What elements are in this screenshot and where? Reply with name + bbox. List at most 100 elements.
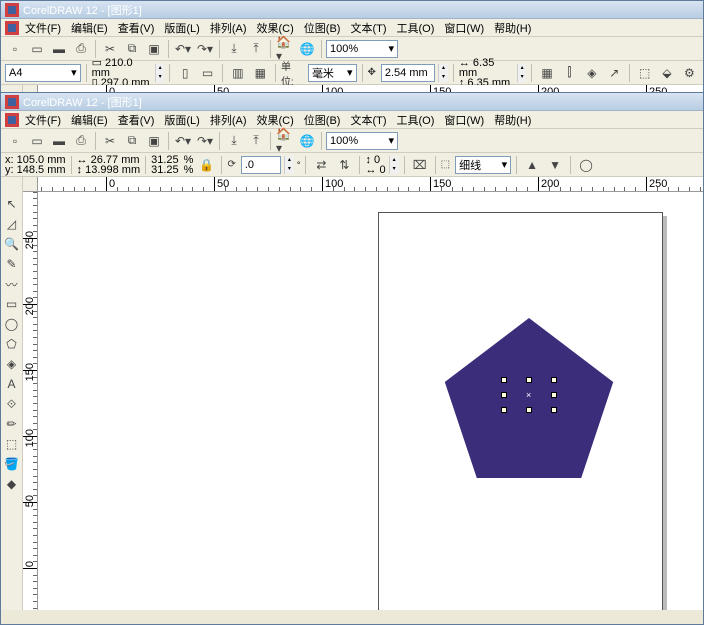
canvas[interactable]: × [38, 192, 703, 610]
menu-file[interactable]: 文件(F) [25, 112, 61, 128]
handle-n[interactable] [526, 377, 532, 383]
redo-button[interactable]: ↷▾ [195, 131, 215, 151]
smart-draw-tool[interactable]: 〰 [2, 274, 22, 294]
cut-button[interactable]: ✂ [100, 39, 120, 59]
ellipse-tool[interactable]: ◯ [2, 314, 22, 334]
page-dims-spinner[interactable]: ▴▾ [155, 64, 165, 82]
export-button[interactable]: ⤒ [246, 39, 266, 59]
nudge-input[interactable]: 2.54 mm [381, 64, 435, 82]
basic-shapes-tool[interactable]: ◈ [2, 354, 22, 374]
open-button[interactable]: ▭ [27, 39, 47, 59]
handle-e[interactable] [551, 392, 557, 398]
units-combo[interactable]: 毫米▾ [308, 64, 357, 82]
save-button[interactable]: ▬ [49, 39, 69, 59]
copy-button[interactable]: ⧉ [122, 39, 142, 59]
facing-pages-button[interactable]: ▦ [251, 63, 270, 83]
zoom-tool[interactable]: 🔍 [2, 234, 22, 254]
inner-horizontal-ruler[interactable]: -50050100150200250 [38, 177, 703, 192]
mirror-v-button[interactable]: ⇅ [334, 155, 354, 175]
undo-button[interactable]: ↶▾ [173, 39, 193, 59]
colrow-spinner[interactable]: ▴▾ [389, 156, 399, 174]
freehand-tool[interactable]: ✎ [2, 254, 22, 274]
undo-button[interactable]: ↶▾ [173, 131, 193, 151]
text-tool[interactable]: A [2, 374, 22, 394]
multipage-button[interactable]: ▥ [228, 63, 247, 83]
zoom-combo[interactable]: 100%▾ [326, 40, 398, 58]
handle-s[interactable] [526, 407, 532, 413]
outline-tool[interactable]: ⬚ [2, 434, 22, 454]
handle-ne[interactable] [551, 377, 557, 383]
menu-edit[interactable]: 编辑(E) [71, 112, 108, 128]
paper-size-combo[interactable]: A4▾ [5, 64, 81, 82]
mirror-h-button[interactable]: ⇄ [311, 155, 331, 175]
menu-file[interactable]: 文件(F) [25, 20, 61, 36]
menu-edit[interactable]: 编辑(E) [71, 20, 108, 36]
app-launcher-button[interactable]: 🏠▾ [275, 39, 295, 59]
menu-text[interactable]: 文本(T) [350, 112, 386, 128]
menu-help[interactable]: 帮助(H) [494, 112, 531, 128]
paste-button[interactable]: ▣ [144, 39, 164, 59]
new-button[interactable]: ▫ [5, 131, 25, 151]
menu-layout[interactable]: 版面(L) [164, 112, 199, 128]
polygon-tool[interactable]: ⬠ [2, 334, 22, 354]
interactive-fill-tool[interactable]: ◆ [2, 474, 22, 494]
app-launcher-button[interactable]: 🏠▾ [275, 131, 295, 151]
shape-tool[interactable]: ◿ [2, 214, 22, 234]
rectangle-tool[interactable]: ▭ [2, 294, 22, 314]
menu-effects[interactable]: 效果(C) [257, 112, 294, 128]
handle-w[interactable] [501, 392, 507, 398]
menu-tools[interactable]: 工具(O) [397, 112, 435, 128]
menu-view[interactable]: 查看(V) [118, 20, 155, 36]
print-button[interactable]: ⎙ [71, 131, 91, 151]
menu-view[interactable]: 查看(V) [118, 112, 155, 128]
ruler-corner[interactable] [23, 177, 38, 192]
nudge-spinner[interactable]: ▴▾ [438, 64, 448, 82]
snap-to-guides-button[interactable]: ⫿ [560, 63, 579, 83]
menu-tools[interactable]: 工具(O) [397, 20, 435, 36]
inner-vertical-ruler[interactable]: 300250200150100500 [23, 192, 38, 610]
inner-titlebar[interactable]: CorelDRAW 12 - [图形1] [1, 93, 703, 111]
snap-to-grid-button[interactable]: ▦ [537, 63, 556, 83]
lock-ratio-button[interactable]: 🔒 [196, 155, 216, 175]
wrap-text-button[interactable]: ⌧ [410, 155, 430, 175]
portrait-button[interactable]: ▯ [175, 63, 194, 83]
copy-button[interactable]: ⧉ [122, 131, 142, 151]
corel-online-button[interactable]: 🌐 [297, 131, 317, 151]
menu-window[interactable]: 窗口(W) [444, 112, 484, 128]
snap-to-objects-button[interactable]: ◈ [582, 63, 601, 83]
export-button[interactable]: ⤒ [246, 131, 266, 151]
paste-button[interactable]: ▣ [144, 131, 164, 151]
outline-width-combo[interactable]: 细线▾ [455, 156, 511, 174]
convert-curves-button[interactable]: ◯ [576, 155, 596, 175]
handle-se[interactable] [551, 407, 557, 413]
pick-tool[interactable]: ↖ [2, 194, 22, 214]
redo-button[interactable]: ↷▾ [195, 39, 215, 59]
rotate-spinner[interactable]: ▴▾ [284, 156, 294, 174]
handle-nw[interactable] [501, 377, 507, 383]
save-button[interactable]: ▬ [49, 131, 69, 151]
rotate-input[interactable]: .0 [241, 156, 281, 174]
eyedropper-tool[interactable]: ✏ [2, 414, 22, 434]
menu-help[interactable]: 帮助(H) [494, 20, 531, 36]
treat-as-filled-button[interactable]: ⬚ [635, 63, 654, 83]
landscape-button[interactable]: ▭ [198, 63, 217, 83]
menu-bitmap[interactable]: 位图(B) [304, 112, 341, 128]
interactive-blend-tool[interactable]: ⟐ [2, 394, 22, 414]
draw-complex-button[interactable]: ⬙ [657, 63, 676, 83]
open-button[interactable]: ▭ [27, 131, 47, 151]
menu-bitmap[interactable]: 位图(B) [304, 20, 341, 36]
to-front-button[interactable]: ▲ [522, 155, 542, 175]
cut-button[interactable]: ✂ [100, 131, 120, 151]
dynamic-guides-button[interactable]: ↗ [605, 63, 624, 83]
dup-spinner[interactable]: ▴▾ [517, 64, 527, 82]
options-button[interactable]: ⚙ [680, 63, 699, 83]
outer-titlebar[interactable]: CorelDRAW 12 - [图形1] [1, 1, 703, 19]
to-back-button[interactable]: ▼ [545, 155, 565, 175]
menu-arrange[interactable]: 排列(A) [210, 112, 247, 128]
import-button[interactable]: ⤓ [224, 39, 244, 59]
fill-tool[interactable]: 🪣 [2, 454, 22, 474]
menu-window[interactable]: 窗口(W) [444, 20, 484, 36]
corel-online-button[interactable]: 🌐 [297, 39, 317, 59]
new-button[interactable]: ▫ [5, 39, 25, 59]
doc-icon[interactable] [5, 21, 19, 35]
